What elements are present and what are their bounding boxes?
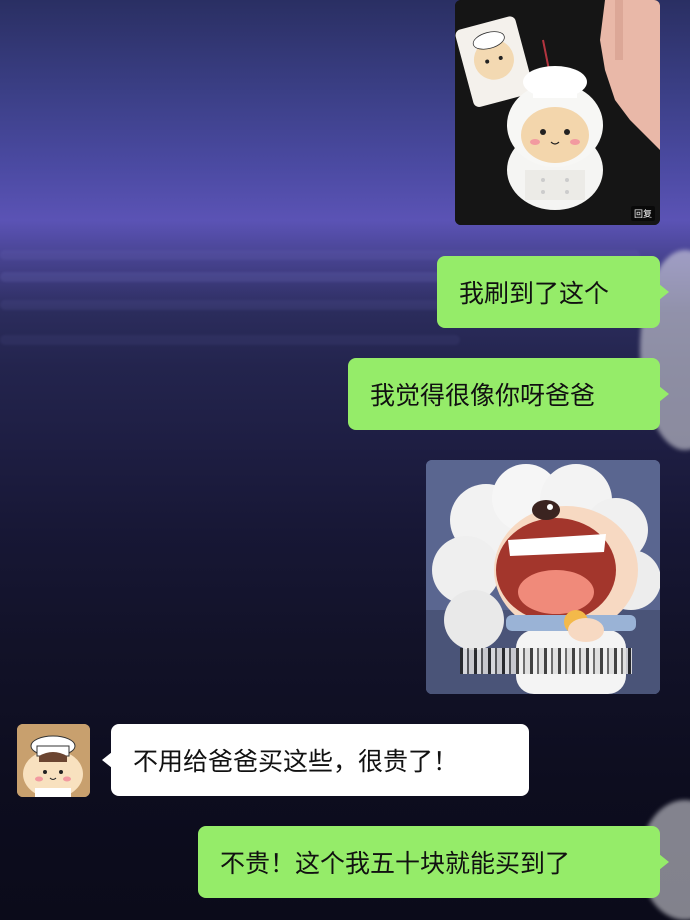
- outgoing-message-bubble[interactable]: 不贵！这个我五十块就能买到了: [198, 826, 669, 898]
- message-text: 我觉得很像你呀爸爸: [370, 381, 596, 410]
- watermark-strip: [460, 648, 632, 674]
- avatar[interactable]: [17, 724, 90, 797]
- chat-screen: 回复 我刷到了这个 我觉得很像你呀爸爸 不用给爸爸买这些，很贵了！ 不贵！这个我…: [0, 0, 690, 920]
- image-message-sticker[interactable]: [426, 460, 660, 694]
- message-text: 不贵！这个我五十块就能买到了: [220, 849, 571, 878]
- outgoing-message-bubble[interactable]: 我刷到了这个: [437, 256, 669, 328]
- image-corner-tag: 回复: [630, 206, 655, 221]
- incoming-message-bubble[interactable]: 不用给爸爸买这些，很贵了！: [102, 724, 529, 796]
- plush-toy-photo-icon: [455, 0, 660, 225]
- outgoing-message-bubble[interactable]: 我觉得很像你呀爸爸: [348, 358, 669, 430]
- chef-cat-avatar-icon: [17, 724, 90, 797]
- background-streak: [0, 335, 460, 345]
- image-message-plush-photo[interactable]: 回复: [455, 0, 660, 225]
- message-text: 不用给爸爸买这些，很贵了！: [133, 747, 459, 776]
- message-text: 我刷到了这个: [459, 279, 610, 308]
